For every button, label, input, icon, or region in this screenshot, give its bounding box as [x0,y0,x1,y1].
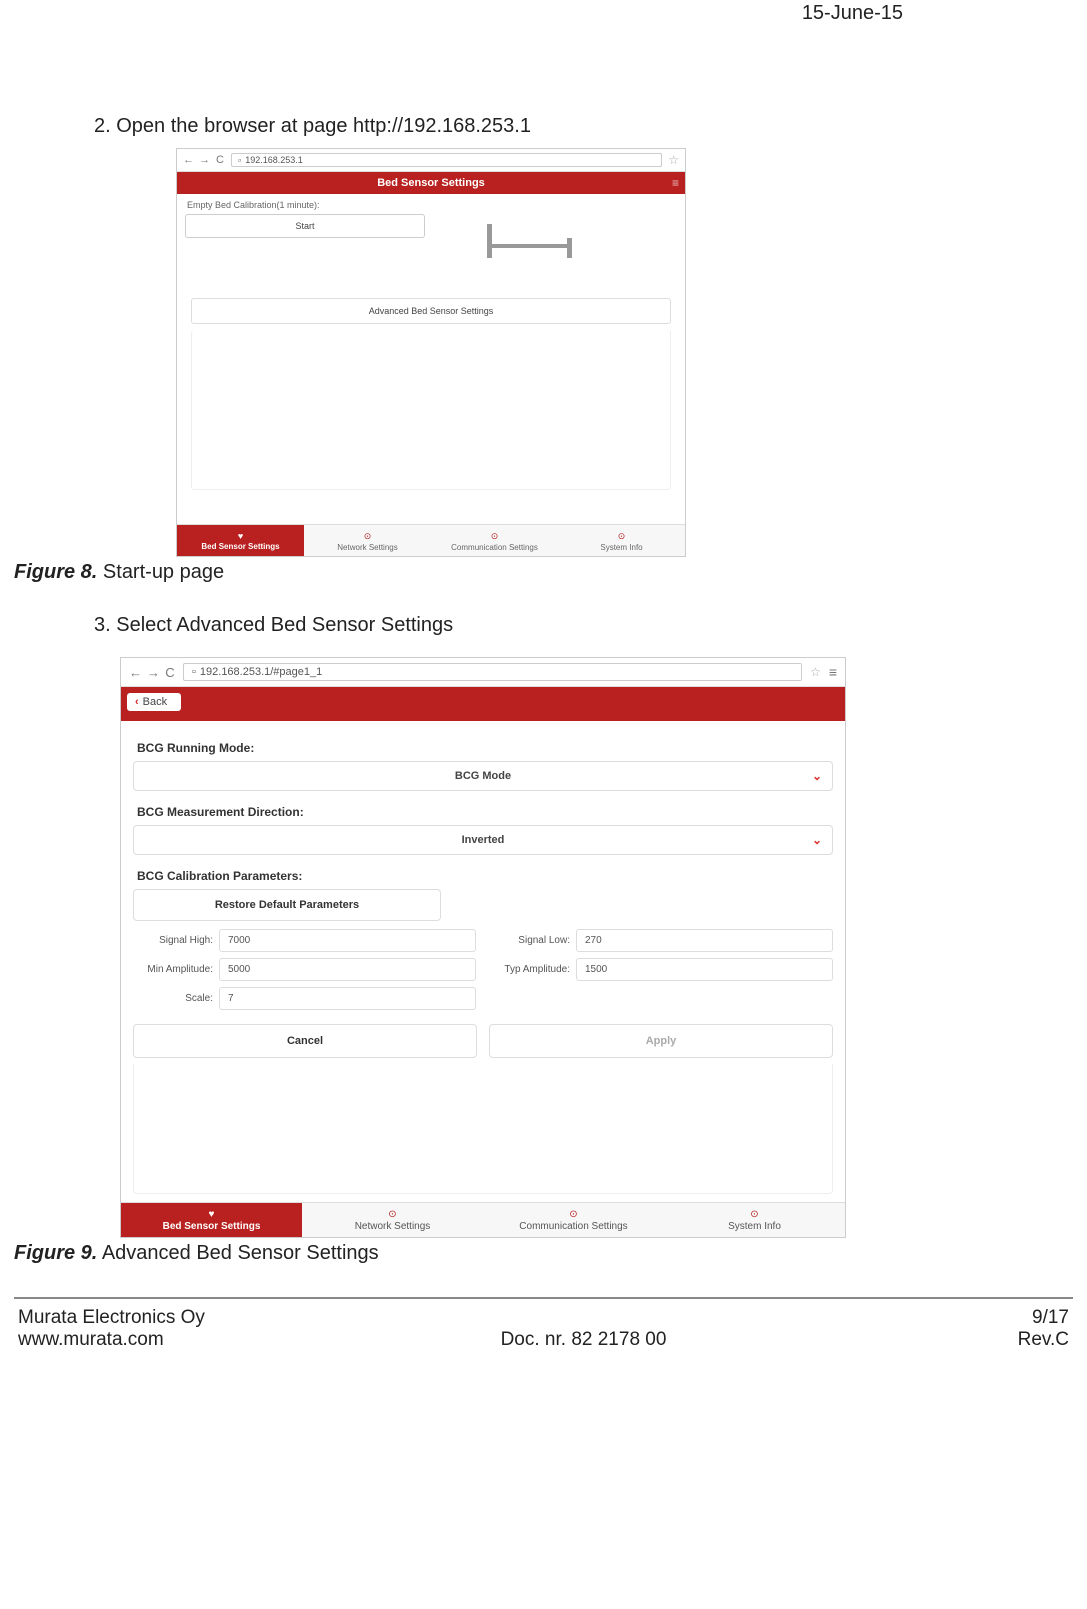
bcg-running-mode-label: BCG Running Mode: [137,741,833,755]
bcg-calibration-label: BCG Calibration Parameters: [137,869,833,883]
nav-reload-icon[interactable]: C [165,665,175,680]
url-text: 192.168.253.1 [245,155,303,165]
page-footer: Murata Electronics Oy www.murata.com Doc… [14,1307,1073,1357]
browser-address-bar: ← → C ▫ 192.168.253.1 ☆ [177,149,685,172]
apply-button[interactable]: Apply [489,1024,833,1058]
advanced-settings-panel [191,330,671,490]
app-header-title: Bed Sensor Settings [377,177,485,189]
bottom-tabs: ♥Bed Sensor Settings ⊙Network Settings ⊙… [177,524,685,556]
figure-9-screenshot: ← → C ▫ 192.168.253.1/#page1_1 ☆ ≡ ‹ Bac… [120,657,846,1238]
footer-company: Murata Electronics Oy [18,1307,298,1329]
bookmark-star-icon[interactable]: ☆ [668,153,679,167]
tab-network-settings[interactable]: ⊙Network Settings [302,1203,483,1237]
tab-communication-settings[interactable]: ⊙Communication Settings [483,1203,664,1237]
figure-8-caption: Figure 8. Start-up page [14,561,1073,584]
app-header: ‹ Back [121,687,845,721]
nav-back-icon[interactable]: ← [129,665,139,680]
blank-panel [133,1064,833,1194]
nav-back-icon[interactable]: ← [183,154,193,166]
footer-page-number: 9/17 [869,1307,1069,1329]
bottom-tabs: ♥Bed Sensor Settings ⊙Network Settings ⊙… [121,1202,845,1237]
step-2-text: 2. Open the browser at page http://192.1… [94,115,1073,138]
bcg-running-mode-select[interactable]: BCG Mode ⌄ [133,761,833,791]
chevron-down-icon: ⌄ [812,769,822,783]
back-button[interactable]: ‹ Back [127,693,181,711]
tab-system-info[interactable]: ⊙System Info [558,525,685,556]
info-icon: ⊙ [560,531,683,542]
footer-separator [14,1297,1073,1299]
chevron-down-icon: ⌄ [812,833,822,847]
network-icon: ⊙ [304,1209,481,1220]
bcg-direction-label: BCG Measurement Direction: [137,805,833,819]
scale-label: Scale: [133,993,219,1004]
info-icon: ⊙ [666,1209,843,1220]
footer-site: www.murata.com [18,1329,298,1351]
url-field[interactable]: ▫ 192.168.253.1/#page1_1 [183,663,802,681]
page-header-date: 15-June-15 [14,0,1073,25]
advanced-settings-button[interactable]: Advanced Bed Sensor Settings [191,298,671,324]
chevron-left-icon: ‹ [135,696,139,708]
typ-amplitude-input[interactable]: 1500 [576,958,833,981]
heart-icon: ♥ [179,531,302,541]
tab-bed-sensor-settings[interactable]: ♥Bed Sensor Settings [177,525,304,556]
restore-default-button[interactable]: Restore Default Parameters [133,889,441,921]
tab-system-info[interactable]: ⊙System Info [664,1203,845,1237]
step-3-text: 3. Select Advanced Bed Sensor Settings [94,614,1073,637]
url-text: 192.168.253.1/#page1_1 [200,666,322,678]
figure-9-caption: Figure 9. Advanced Bed Sensor Settings [14,1242,1073,1265]
footer-revision: Rev.C [869,1329,1069,1351]
start-button[interactable]: Start [185,214,425,238]
signal-high-label: Signal High: [133,935,219,946]
heart-icon: ♥ [123,1209,300,1220]
network-icon: ⊙ [306,531,429,542]
scale-input[interactable]: 7 [219,987,476,1010]
cancel-button[interactable]: Cancel [133,1024,477,1058]
menu-icon[interactable]: ≡ [672,176,679,190]
app-header: Bed Sensor Settings ≡ [177,172,685,194]
signal-low-label: Signal Low: [490,935,576,946]
communication-icon: ⊙ [485,1209,662,1220]
min-amplitude-input[interactable]: 5000 [219,958,476,981]
footer-doc-number: Doc. nr. 82 2178 00 [298,1329,869,1351]
page-icon: ▫ [238,155,241,165]
empty-bed-calibration-label: Empty Bed Calibration(1 minute): [177,194,685,214]
page-icon: ▫ [192,666,196,678]
tab-bed-sensor-settings[interactable]: ♥Bed Sensor Settings [121,1203,302,1237]
hamburger-icon[interactable]: ≡ [829,664,837,680]
bcg-direction-select[interactable]: Inverted ⌄ [133,825,833,855]
signal-high-input[interactable]: 7000 [219,929,476,952]
tab-network-settings[interactable]: ⊙Network Settings [304,525,431,556]
nav-forward-icon[interactable]: → [147,665,157,680]
figure-8-screenshot: ← → C ▫ 192.168.253.1 ☆ Bed Sensor Setti… [176,148,686,557]
min-amplitude-label: Min Amplitude: [133,964,219,975]
signal-low-input[interactable]: 270 [576,929,833,952]
nav-reload-icon[interactable]: C [215,154,225,166]
url-field[interactable]: ▫ 192.168.253.1 [231,153,662,167]
nav-forward-icon[interactable]: → [199,154,209,166]
typ-amplitude-label: Typ Amplitude: [490,964,576,975]
bookmark-star-icon[interactable]: ☆ [810,665,821,679]
tab-communication-settings[interactable]: ⊙Communication Settings [431,525,558,556]
bed-icon [487,224,587,254]
communication-icon: ⊙ [433,531,556,542]
browser-address-bar: ← → C ▫ 192.168.253.1/#page1_1 ☆ ≡ [121,658,845,687]
